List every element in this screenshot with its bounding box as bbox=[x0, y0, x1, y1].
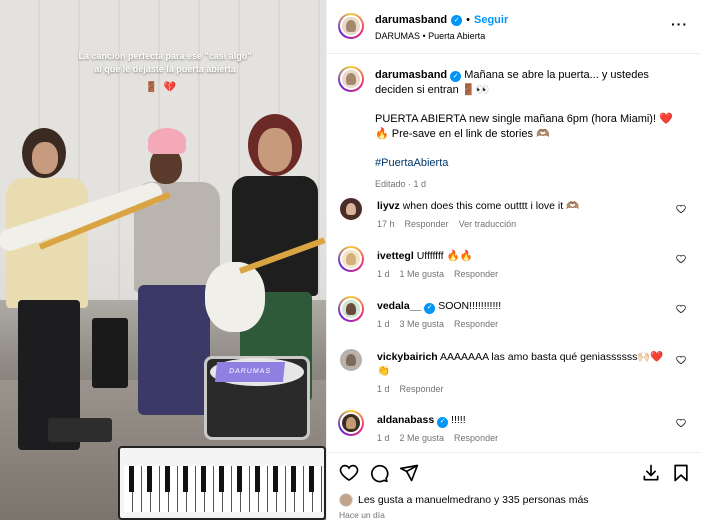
liker-avatar bbox=[339, 493, 353, 507]
comment-meta: 1 d Responder bbox=[377, 384, 444, 394]
caption-avatar-image bbox=[340, 68, 362, 90]
author-avatar-image bbox=[340, 15, 362, 37]
commenter-avatar-image bbox=[340, 248, 362, 270]
comments-scroll-area[interactable]: darumasband ✓ Mañana se abre la puerta..… bbox=[327, 54, 701, 452]
post-action-bar: Les gusta a manuelmedrano y 335 personas… bbox=[327, 452, 701, 520]
drum-logo: DARUMAS bbox=[214, 362, 286, 382]
comment-text: liyvz when does this come outttt i love … bbox=[377, 199, 667, 213]
singer-center-hat bbox=[148, 128, 186, 154]
commenter-username[interactable]: liyvz bbox=[377, 200, 400, 212]
commenter-avatar[interactable] bbox=[338, 296, 364, 322]
post-header: darumasband ✓ • Seguir DARUMAS • Puerta … bbox=[327, 0, 701, 54]
guitarist-left-face bbox=[32, 142, 58, 174]
see-translation-link[interactable]: Ver traducción bbox=[459, 219, 517, 229]
verified-badge-icon: ✓ bbox=[424, 302, 436, 314]
comment-text: vedala__ ✓ SOON!!!!!!!!!!! bbox=[377, 299, 667, 314]
comment-meta: 1 d 2 Me gusta Responder bbox=[377, 433, 498, 443]
video-overlay-caption: La canción perfecta para ese "casi algo"… bbox=[60, 50, 270, 76]
reply-button[interactable]: Responder bbox=[454, 269, 498, 279]
commenter-username[interactable]: vickybairich bbox=[377, 351, 438, 363]
comment-time: 17 h bbox=[377, 219, 395, 229]
overlay-emoji: 🚪💔 bbox=[145, 82, 182, 93]
commenter-avatar-image bbox=[340, 412, 362, 434]
download-icon[interactable] bbox=[641, 463, 661, 483]
comment-likes[interactable]: 1 Me gusta bbox=[400, 269, 445, 279]
singer-center-pants bbox=[138, 285, 210, 415]
comment-like-heart-icon[interactable] bbox=[676, 418, 686, 428]
commenter-avatar[interactable] bbox=[338, 196, 364, 222]
comment-body: when does this come outttt i love it 🫶🏽 bbox=[402, 200, 580, 212]
comment-time: 1 d bbox=[377, 319, 390, 329]
post-media[interactable]: DARUMAS La canción perfecta para ese "ca… bbox=[0, 0, 326, 520]
author-avatar[interactable] bbox=[338, 13, 364, 39]
commenter-username[interactable]: ivettegl bbox=[377, 250, 414, 262]
comment-body: Ufffffff 🔥🔥 bbox=[416, 250, 473, 262]
comment-text: ivettegl Ufffffff 🔥🔥 bbox=[377, 249, 667, 263]
like-heart-icon[interactable] bbox=[339, 463, 359, 483]
caption-paragraph-1: darumasband ✓ Mañana se abre la puerta..… bbox=[375, 68, 675, 98]
commenter-avatar[interactable] bbox=[338, 246, 364, 272]
caption-text-2: PUERTA ABIERTA new single mañana 6pm (ho… bbox=[375, 113, 673, 140]
reply-button[interactable]: Responder bbox=[454, 433, 498, 443]
comment-likes[interactable]: 2 Me gusta bbox=[400, 433, 445, 443]
reply-button[interactable]: Responder bbox=[454, 319, 498, 329]
comment-meta: 1 d 1 Me gusta Responder bbox=[377, 269, 498, 279]
comment-likes[interactable]: 3 Me gusta bbox=[400, 319, 445, 329]
caption-username[interactable]: darumasband bbox=[375, 69, 447, 81]
comment-bubble-icon[interactable] bbox=[369, 463, 389, 483]
commenter-avatar[interactable] bbox=[338, 410, 364, 436]
comment-text: vickybairich AAAAAAA las amo basta qué g… bbox=[377, 350, 667, 378]
comment-time: 1 d bbox=[377, 269, 390, 279]
comment-body: !!!!! bbox=[451, 414, 466, 426]
caption-edited-time: Editado · 1 d bbox=[375, 179, 427, 189]
bass-guitar bbox=[205, 262, 265, 332]
comment-meta: 17 h Responder Ver traducción bbox=[377, 219, 516, 229]
reply-button[interactable]: Responder bbox=[400, 384, 444, 394]
keyboard-black-keys bbox=[124, 466, 322, 492]
comment-like-heart-icon[interactable] bbox=[676, 204, 686, 214]
comment-meta: 1 d 3 Me gusta Responder bbox=[377, 319, 498, 329]
likes-text[interactable]: Les gusta a manuelmedrano y 335 personas… bbox=[358, 494, 589, 506]
commenter-avatar-image bbox=[338, 347, 364, 373]
commenter-username[interactable]: aldanabass bbox=[377, 414, 434, 426]
comment-like-heart-icon[interactable] bbox=[676, 304, 686, 314]
hashtag-link[interactable]: #PuertaAbierta bbox=[375, 156, 675, 171]
likes-summary[interactable]: Les gusta a manuelmedrano y 335 personas… bbox=[339, 493, 589, 507]
bassist-right-face bbox=[258, 128, 292, 172]
follow-button[interactable]: Seguir bbox=[474, 14, 508, 26]
save-bookmark-icon[interactable] bbox=[671, 463, 691, 483]
separator-dot: • bbox=[466, 14, 470, 26]
verified-badge-icon: ✓ bbox=[451, 14, 463, 26]
effects-pedals bbox=[48, 418, 112, 442]
amplifier bbox=[92, 318, 128, 388]
comment-text: aldanabass ✓ !!!!! bbox=[377, 413, 667, 428]
comment-like-heart-icon[interactable] bbox=[676, 254, 686, 264]
commenter-avatar[interactable] bbox=[338, 347, 364, 373]
reply-button[interactable]: Responder bbox=[405, 219, 449, 229]
author-username[interactable]: darumasband bbox=[375, 14, 447, 26]
audio-subtitle[interactable]: DARUMAS • Puerta Abierta bbox=[375, 31, 485, 41]
post-time: Hace un día bbox=[339, 510, 385, 520]
comment-like-heart-icon[interactable] bbox=[676, 355, 686, 365]
commenter-username[interactable]: vedala__ bbox=[377, 300, 421, 312]
caption-author-avatar[interactable] bbox=[338, 66, 364, 92]
author-line: darumasband ✓ • Seguir bbox=[375, 14, 508, 26]
share-paper-plane-icon[interactable] bbox=[399, 463, 419, 483]
verified-badge-icon: ✓ bbox=[437, 416, 449, 428]
verified-badge-icon: ✓ bbox=[450, 71, 462, 82]
comment-time: 1 d bbox=[377, 384, 390, 394]
post-caption: darumasband ✓ Mañana se abre la puerta..… bbox=[375, 68, 675, 192]
commenter-avatar-image bbox=[338, 196, 364, 222]
comment-time: 1 d bbox=[377, 433, 390, 443]
commenter-avatar-image bbox=[340, 298, 362, 320]
overlay-caption-line1: La canción perfecta para ese "casi algo" bbox=[78, 51, 252, 61]
overlay-caption-line2: al que le dejaste la puerta abierta bbox=[94, 64, 236, 74]
post-panel: darumasband ✓ • Seguir DARUMAS • Puerta … bbox=[326, 0, 701, 520]
more-options-icon[interactable]: ··· bbox=[671, 16, 688, 32]
comment-body: SOON!!!!!!!!!!! bbox=[438, 300, 502, 312]
